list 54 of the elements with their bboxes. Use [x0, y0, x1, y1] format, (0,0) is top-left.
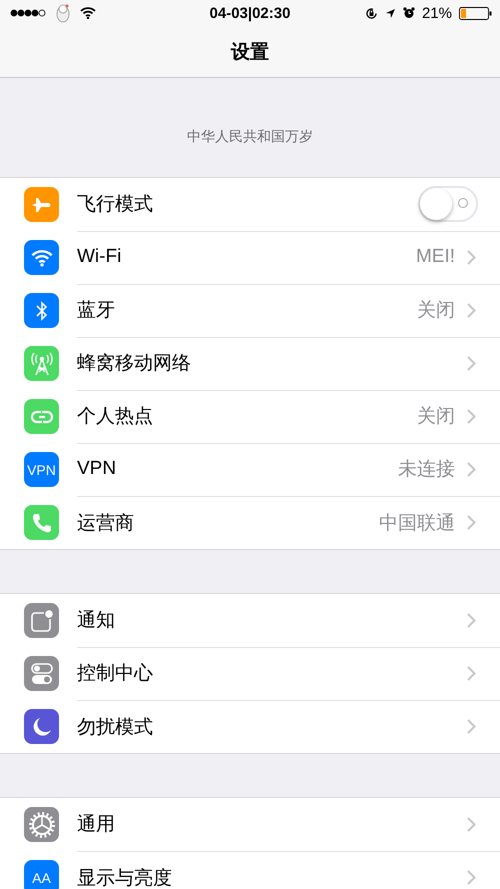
row-label: 蜂窝移动网络	[77, 352, 191, 376]
settings-row[interactable]: 控制中心	[0, 647, 500, 700]
chevron-icon	[467, 515, 476, 530]
settings-row[interactable]: AA 显示与亮度	[0, 851, 500, 889]
battery-percentage: 21%	[422, 4, 452, 22]
status-time: 04-03|02:30	[210, 4, 290, 22]
alarm-clock-icon	[402, 7, 415, 19]
row-label: 飞行模式	[77, 193, 153, 217]
wifi-icon	[80, 7, 96, 19]
location-arrow-icon	[384, 8, 396, 18]
settings-row[interactable]: 通用	[0, 798, 500, 851]
rotation-lock-icon	[364, 6, 378, 20]
chevron-icon	[467, 302, 476, 318]
signal-icon	[10, 9, 46, 17]
settings-row[interactable]: Wi-Fi MEI!	[0, 231, 500, 284]
row-value: 关闭	[417, 405, 455, 429]
row-label: Wi-Fi	[77, 246, 122, 268]
row-label: 蓝牙	[77, 299, 115, 323]
settings-row[interactable]: 通知	[0, 594, 500, 647]
chevron-icon	[467, 612, 476, 628]
penguin-icon	[54, 3, 72, 23]
settings-row[interactable]: 飞行模式	[0, 178, 500, 231]
row-value: 关闭	[417, 299, 455, 323]
chevron-icon	[467, 408, 476, 424]
row-value: MEI!	[416, 246, 455, 268]
chevron-icon	[467, 816, 476, 832]
row-label: 勿扰模式	[77, 716, 153, 740]
page-title: 设置	[231, 40, 269, 64]
row-label: 个人热点	[77, 405, 153, 429]
chevron-icon	[467, 719, 476, 734]
settings-row[interactable]: 勿扰模式	[0, 700, 500, 753]
chevron-icon	[467, 462, 476, 476]
header-text: 中华人民共和国万岁	[187, 128, 313, 146]
row-label: 控制中心	[77, 662, 153, 686]
settings-row[interactable]: VPN VPN 未连接	[0, 443, 500, 496]
row-value: 未连接	[398, 458, 455, 482]
chevron-icon	[467, 356, 476, 370]
row-label: 通用	[77, 813, 115, 837]
settings-row[interactable]: 蓝牙 关闭	[0, 284, 500, 337]
row-label: 显示与亮度	[77, 866, 172, 889]
text-icon: VPN	[24, 452, 59, 487]
toggle-switch[interactable]	[418, 186, 478, 222]
settings-row[interactable]: 运营商 中国联通	[0, 496, 500, 549]
settings-row[interactable]: 个人热点 关闭	[0, 390, 500, 443]
chevron-icon	[467, 870, 476, 885]
chevron-icon	[467, 666, 476, 680]
text-icon: AA	[24, 860, 59, 889]
chevron-icon	[467, 250, 476, 264]
battery-icon	[459, 6, 492, 20]
row-label: 运营商	[77, 512, 134, 536]
row-label: 通知	[77, 609, 115, 633]
row-value: 中国联通	[379, 512, 455, 536]
row-label: VPN	[77, 458, 116, 480]
settings-row[interactable]: 蜂窝移动网络	[0, 337, 500, 390]
